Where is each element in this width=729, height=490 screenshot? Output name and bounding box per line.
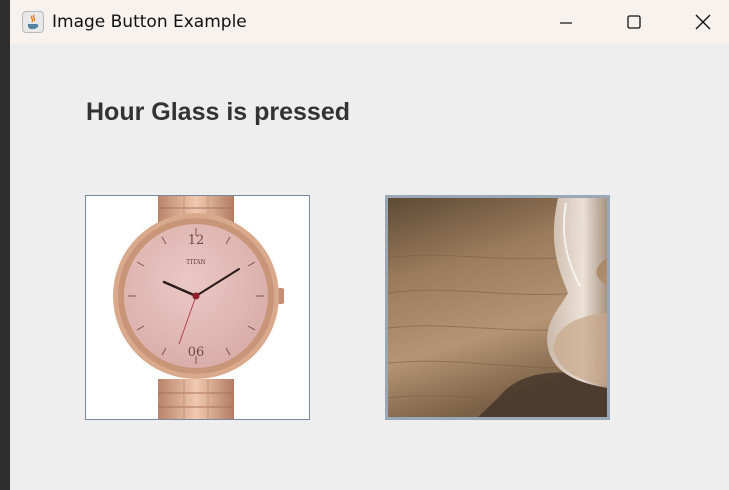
maximize-icon xyxy=(627,15,641,29)
hourglass-image xyxy=(388,198,607,417)
hourglass-image-button[interactable] xyxy=(385,195,610,420)
watch-brand: TITAN xyxy=(186,259,206,266)
maximize-button[interactable] xyxy=(608,0,660,44)
watch-image-button[interactable]: 12 TITAN 06 xyxy=(85,195,310,420)
watch-image: 12 TITAN 06 xyxy=(113,196,284,419)
desktop-edge xyxy=(0,0,10,490)
title-bar[interactable]: Image Button Example xyxy=(10,0,729,44)
status-label: Hour Glass is pressed xyxy=(86,98,351,126)
java-app-icon xyxy=(22,11,44,33)
window-title: Image Button Example xyxy=(52,12,247,32)
app-window: Image Button Example Hour Glass is press… xyxy=(10,0,729,490)
watch-numeral-12: 12 xyxy=(188,233,205,248)
close-button[interactable] xyxy=(677,0,729,44)
close-icon xyxy=(695,14,711,30)
minimize-button[interactable] xyxy=(540,0,592,44)
minimize-icon xyxy=(560,22,572,24)
watch-numeral-06: 06 xyxy=(188,345,205,360)
